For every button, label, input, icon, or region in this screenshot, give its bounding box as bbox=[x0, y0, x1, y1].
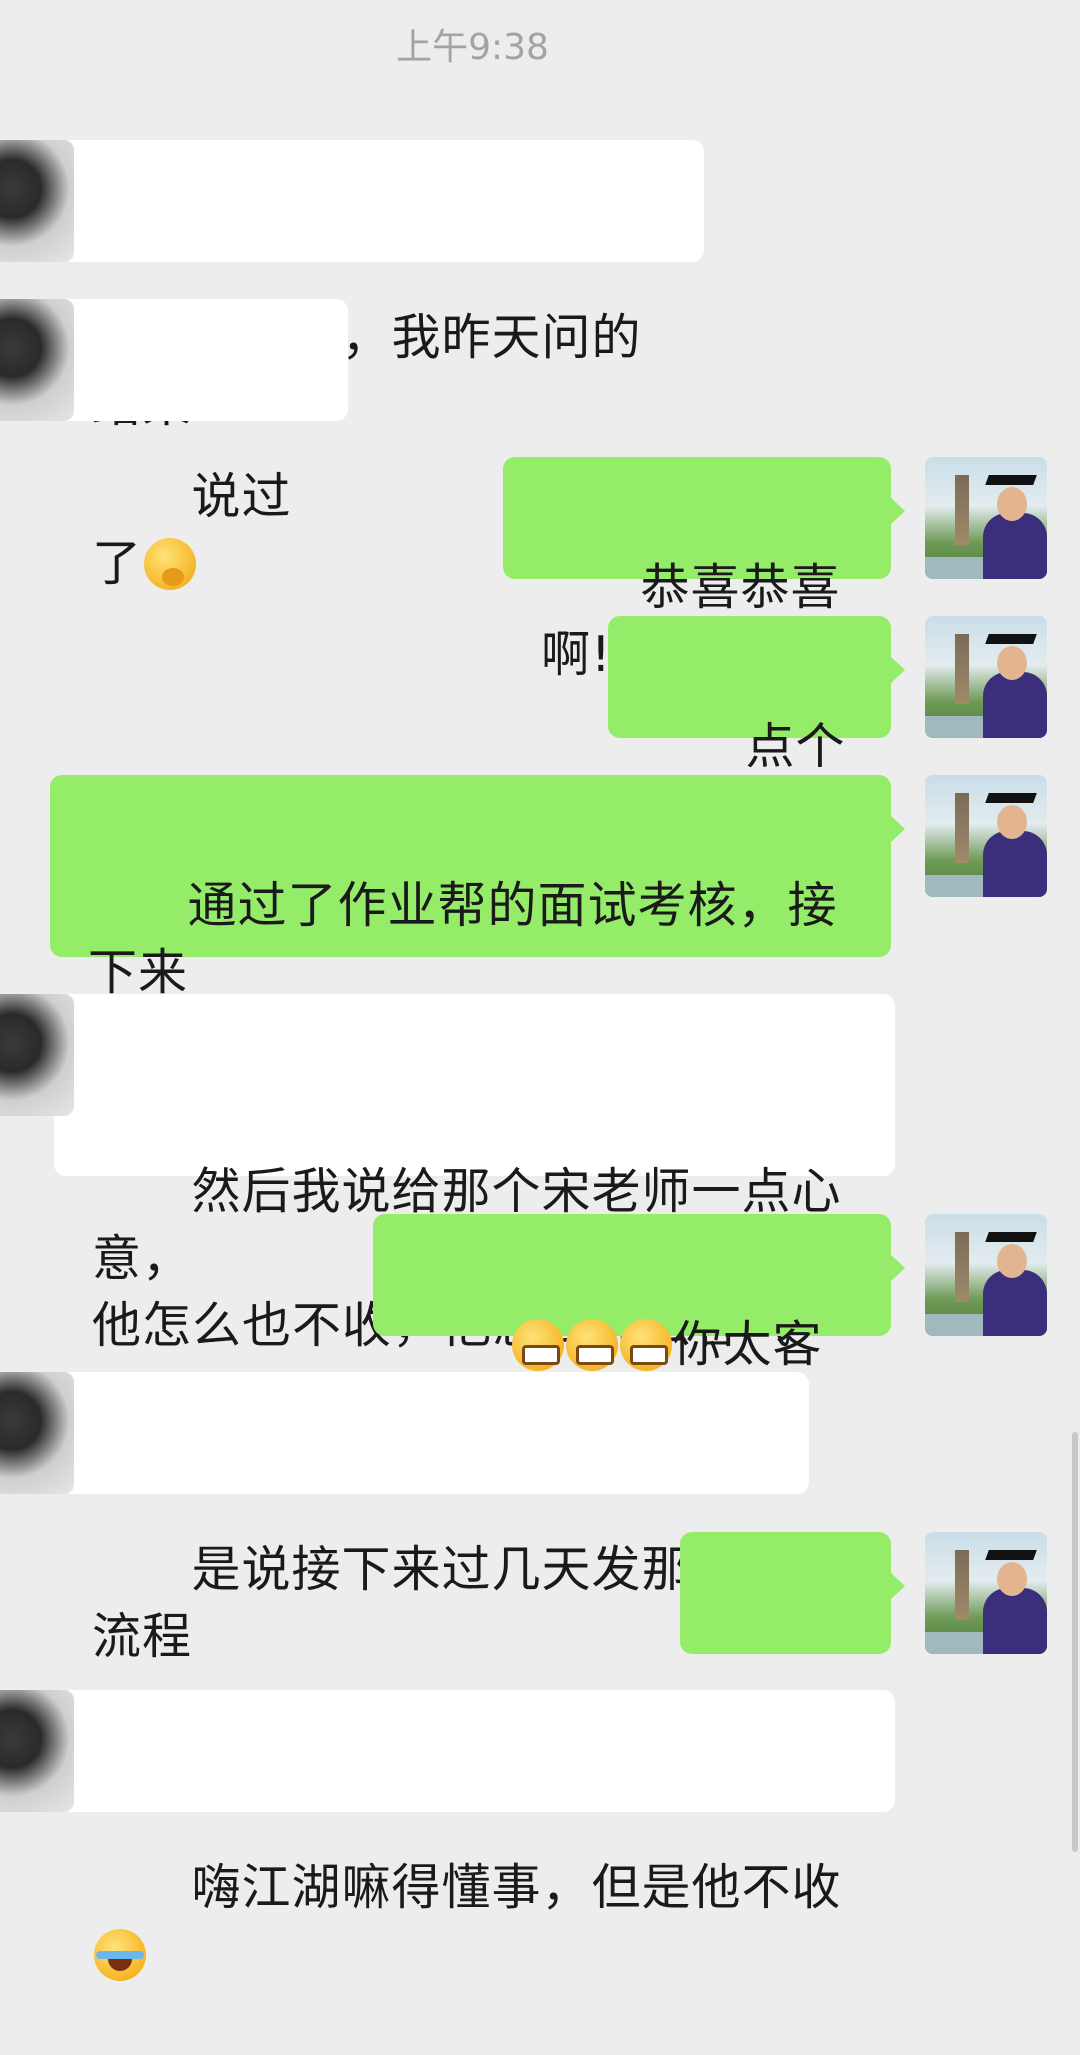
chat-view[interactable]: 上午9:38 肖老师，我昨天问的结果 说过了 恭喜恭喜啊! 点个赞! bbox=[0, 0, 1080, 1981]
outgoing-message-bubble[interactable]: 通过了作业帮的面试考核，接下来 就是派单了吗 bbox=[50, 775, 905, 1068]
contact-avatar[interactable] bbox=[0, 994, 74, 1116]
message-timestamp: 上午9:38 bbox=[396, 27, 549, 68]
contact-avatar[interactable] bbox=[0, 1690, 74, 1812]
crying-laughing-face-icon bbox=[94, 1929, 146, 1981]
user-avatar[interactable] bbox=[925, 1214, 1047, 1336]
outgoing-message-bubble[interactable]: 恭喜恭喜啊! bbox=[503, 457, 905, 683]
outgoing-message-bubble[interactable]: 点个赞! bbox=[608, 616, 905, 842]
outgoing-message-bubble[interactable]: 你太客气了 bbox=[373, 1214, 905, 1440]
incoming-message-bubble[interactable]: 说过了 bbox=[0, 299, 348, 592]
incoming-message-bubble[interactable]: 是说接下来过几天发那个流程 bbox=[0, 1372, 809, 1665]
user-avatar[interactable] bbox=[925, 457, 1047, 579]
outgoing-message-bubble[interactable]: OK bbox=[680, 1532, 905, 1758]
grinning-face-icon bbox=[566, 1319, 619, 1371]
incoming-message-bubble[interactable]: 然后我说给那个宋老师一点心意， 他怎么也不收，他怎么那么客气 bbox=[0, 994, 895, 1354]
incoming-message-bubble[interactable]: 肖老师，我昨天问的结果 bbox=[0, 140, 704, 433]
user-avatar[interactable] bbox=[925, 1532, 1047, 1654]
thinking-face-icon bbox=[144, 538, 197, 590]
contact-avatar[interactable] bbox=[0, 299, 74, 421]
message-text: 嗨江湖嘛得懂事，但是他不收 bbox=[191, 1859, 842, 1916]
user-avatar[interactable] bbox=[925, 775, 1047, 897]
incoming-message-bubble[interactable]: 嗨江湖嘛得懂事，但是他不收 bbox=[0, 1690, 895, 1981]
message-text: 是说接下来过几天发那个流程 bbox=[92, 1541, 742, 1665]
contact-avatar[interactable] bbox=[0, 1372, 74, 1494]
scrollbar[interactable] bbox=[1072, 1432, 1078, 1852]
contact-avatar[interactable] bbox=[0, 140, 74, 262]
grinning-face-icon bbox=[620, 1319, 673, 1371]
user-avatar[interactable] bbox=[925, 616, 1047, 738]
grinning-face-icon bbox=[512, 1319, 565, 1371]
